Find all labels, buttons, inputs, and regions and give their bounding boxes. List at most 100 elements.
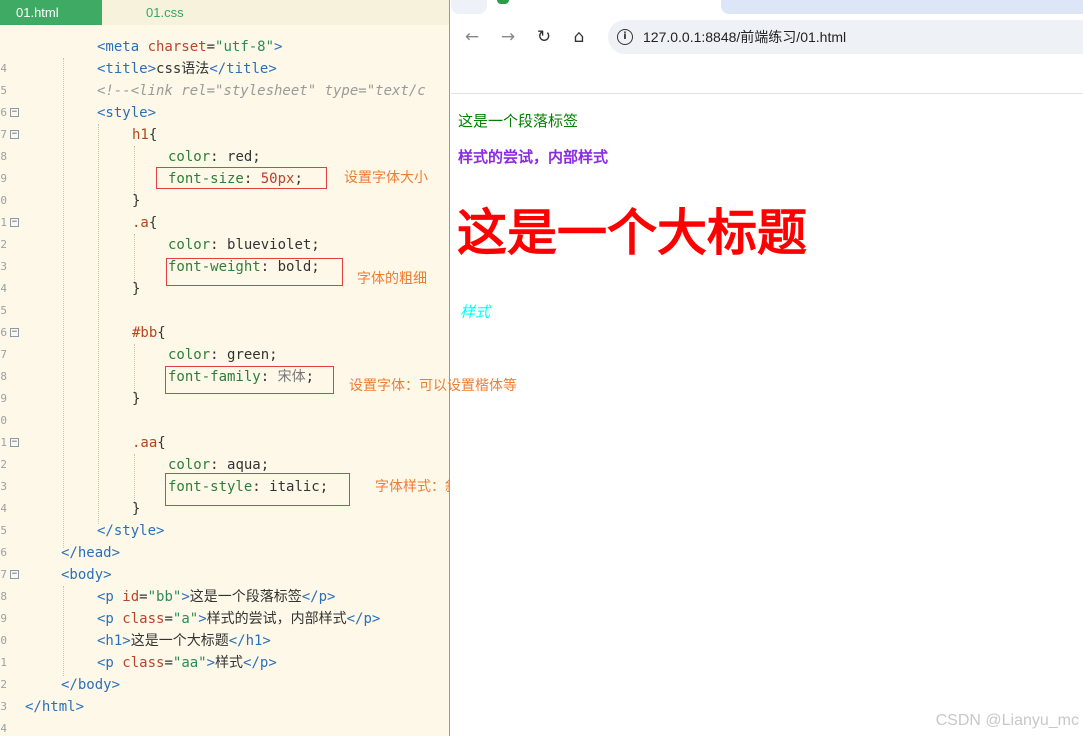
browser-toolbar: ← → ↻ ⌂ i 127.0.0.1:8848/前端练习/01.html bbox=[451, 14, 1083, 94]
code-line: 3 color: blueviolet; bbox=[0, 234, 449, 273]
code-line: 8 color: green; bbox=[0, 344, 449, 383]
editor-tab-bar: 01.html 01.css bbox=[0, 0, 449, 25]
code-line: 2 <p class="aa">样式</p> bbox=[0, 652, 449, 691]
code-token: = bbox=[206, 39, 216, 55]
code-token: = bbox=[139, 589, 148, 605]
code-token: class bbox=[122, 655, 165, 671]
favicon-icon bbox=[497, 0, 509, 4]
code-line: 2 − .a{ bbox=[0, 212, 449, 251]
paragraph-bb: 这是一个段落标签 bbox=[458, 112, 579, 130]
code-token: </html> bbox=[25, 699, 85, 715]
code-line: 8 − h1{ bbox=[0, 124, 449, 163]
code-token: <body> bbox=[61, 567, 112, 583]
code-token: </title> bbox=[209, 61, 277, 77]
code-token: class bbox=[122, 611, 165, 627]
code-line: 7 − <style> bbox=[0, 102, 449, 141]
fold-toggle-icon[interactable]: − bbox=[10, 108, 19, 117]
back-arrow-icon[interactable]: ← bbox=[461, 26, 483, 48]
code-token: css语法 bbox=[156, 61, 210, 77]
code-line: 4 </html> bbox=[0, 696, 449, 735]
tab-01-css[interactable]: 01.css bbox=[146, 0, 184, 25]
code-token: > bbox=[206, 655, 216, 671]
fold-toggle-icon[interactable]: − bbox=[10, 570, 19, 579]
code-token: : red; bbox=[210, 149, 261, 165]
browser-window: ← → ↻ ⌂ i 127.0.0.1:8848/前端练习/01.html 这是… bbox=[451, 0, 1083, 736]
code-token: <p bbox=[97, 589, 123, 605]
code-token: color bbox=[168, 457, 211, 473]
code-token: > bbox=[274, 39, 283, 55]
line-number: 4 bbox=[0, 722, 7, 735]
code-token: </p> bbox=[301, 589, 336, 605]
code-token: <meta bbox=[97, 39, 148, 55]
code-token: <p bbox=[97, 611, 123, 627]
code-line: 6 </style> bbox=[0, 520, 449, 559]
code-token: > bbox=[198, 611, 207, 627]
code-line: 8 − <body> bbox=[0, 564, 449, 603]
code-editor[interactable]: 01.html 01.css 4 <meta charset="utf-8"> … bbox=[0, 0, 450, 736]
code-token: charset bbox=[147, 39, 207, 55]
code-line: 2 − .aa{ bbox=[0, 432, 449, 471]
highlight-box-font-size bbox=[156, 167, 327, 189]
page-heading: 这是一个大标题 bbox=[457, 204, 807, 262]
code-token: : green; bbox=[210, 347, 278, 363]
annotation-font-weight: 字体的粗细 bbox=[357, 270, 427, 286]
code-token: } bbox=[132, 193, 141, 209]
code-token: <title> bbox=[97, 61, 157, 77]
code-token: h1 bbox=[132, 127, 149, 143]
code-token: #bb bbox=[132, 325, 158, 341]
fold-toggle-icon[interactable]: − bbox=[10, 328, 19, 337]
tab-01-html[interactable]: 01.html bbox=[0, 0, 102, 25]
code-token: </head> bbox=[61, 545, 121, 561]
home-icon[interactable]: ⌂ bbox=[568, 26, 590, 48]
code-token: : blueviolet; bbox=[210, 237, 320, 253]
code-token: <h1> bbox=[97, 633, 131, 649]
code-token: "aa" bbox=[172, 655, 207, 671]
site-info-icon[interactable]: i bbox=[617, 29, 633, 45]
code-token: = bbox=[164, 611, 173, 627]
url-text[interactable]: 127.0.0.1:8848/前端练习/01.html bbox=[643, 20, 846, 54]
address-bar[interactable]: i 127.0.0.1:8848/前端练习/01.html bbox=[608, 20, 1083, 54]
code-line: 1 } bbox=[0, 190, 449, 229]
code-token: </p> bbox=[346, 611, 381, 627]
code-token: 样式的尝试，内部样式 bbox=[206, 611, 347, 627]
code-line: 3 </body> bbox=[0, 674, 449, 713]
code-token: <style> bbox=[97, 105, 157, 121]
code-token: </p> bbox=[243, 655, 277, 671]
code-token: } bbox=[132, 281, 141, 297]
reload-icon[interactable]: ↻ bbox=[533, 26, 555, 48]
code-token: { bbox=[148, 127, 158, 143]
code-line: 4 <meta charset="utf-8"> bbox=[0, 36, 449, 75]
code-token: } bbox=[132, 501, 141, 517]
code-token: "a" bbox=[172, 611, 199, 627]
highlight-box-font-family bbox=[165, 366, 334, 394]
code-token: color bbox=[168, 149, 211, 165]
code-token: > bbox=[181, 589, 190, 605]
paragraph-a: 样式的尝试，内部样式 bbox=[458, 148, 609, 166]
code-token: = bbox=[164, 655, 173, 671]
code-token: </style> bbox=[97, 523, 165, 539]
fold-toggle-icon[interactable]: − bbox=[10, 130, 19, 139]
code-line: 1 bbox=[0, 410, 449, 449]
code-line: 5 <title>css语法</title> bbox=[0, 58, 449, 97]
code-token: { bbox=[157, 435, 166, 451]
code-token: : aqua; bbox=[210, 457, 270, 473]
rendered-page: 这是一个段落标签 样式的尝试，内部样式 这是一个大标题 样式 bbox=[451, 95, 1083, 736]
code-token: "utf-8" bbox=[215, 39, 275, 55]
browser-tab[interactable] bbox=[451, 0, 487, 14]
code-token: id bbox=[122, 589, 140, 605]
code-token: .aa bbox=[132, 435, 158, 451]
code-line: 6 <!--<link rel="stylesheet" type="text/… bbox=[0, 80, 449, 119]
fold-toggle-icon[interactable]: − bbox=[10, 438, 19, 447]
code-token: } bbox=[132, 391, 141, 407]
browser-tab[interactable] bbox=[721, 0, 1083, 14]
fold-toggle-icon[interactable]: − bbox=[10, 218, 19, 227]
code-token: .a bbox=[132, 215, 149, 231]
code-token: color bbox=[168, 237, 211, 253]
highlight-box-font-style bbox=[165, 473, 350, 506]
code-line: 6 bbox=[0, 300, 449, 339]
code-line: 7 − #bb{ bbox=[0, 322, 449, 361]
code-line: 0 <p class="a">样式的尝试，内部样式</p> bbox=[0, 608, 449, 647]
code-token: "bb" bbox=[147, 589, 182, 605]
code-token: 这是一个段落标签 bbox=[189, 589, 302, 605]
forward-arrow-icon[interactable]: → bbox=[497, 26, 519, 48]
